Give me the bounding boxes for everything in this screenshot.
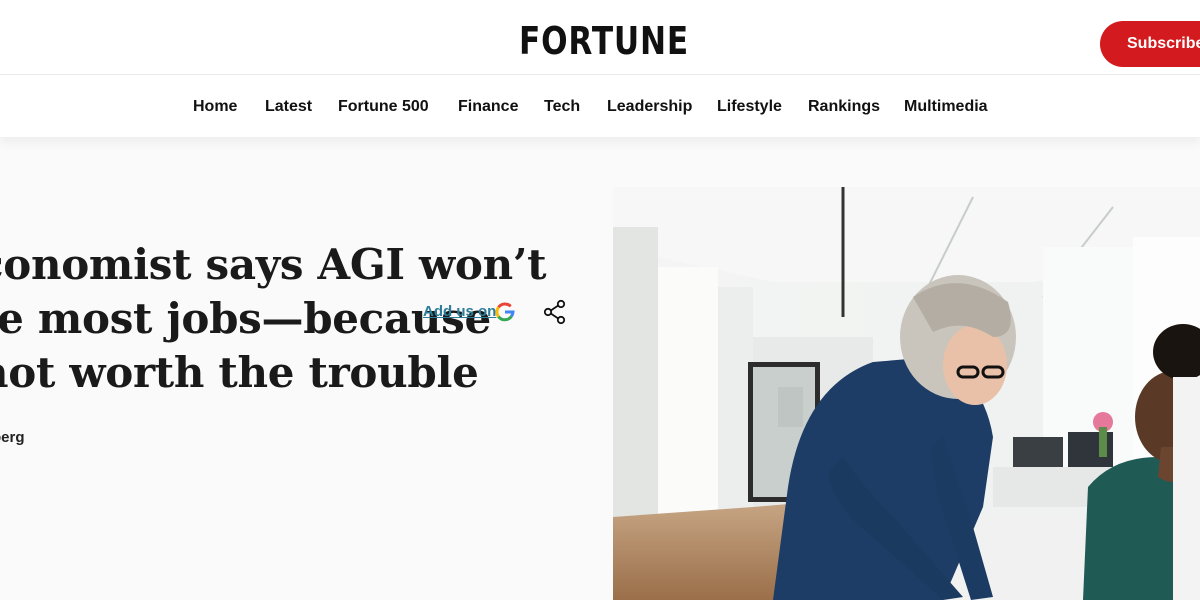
fortune-logo[interactable]: FORTUNE xyxy=(519,22,689,60)
nav-item-tech[interactable]: Tech xyxy=(544,98,580,116)
nav-item-fortune-500[interactable]: Fortune 500 xyxy=(338,98,429,116)
nav-item-leadership[interactable]: Leadership xyxy=(607,98,692,116)
headline-line: not worth the trouble xyxy=(0,348,479,397)
site-header: FORTUNE Subscribe Home Latest Fortune 50… xyxy=(0,0,1200,137)
logo-row: FORTUNE Subscribe xyxy=(0,0,1200,75)
main-nav: Home Latest Fortune 500 Finance Tech Lea… xyxy=(0,76,1200,136)
nav-item-latest[interactable]: Latest xyxy=(265,98,312,116)
nav-item-finance[interactable]: Finance xyxy=(458,98,518,116)
nav-item-home[interactable]: Home xyxy=(193,98,237,116)
google-icon[interactable] xyxy=(495,302,515,322)
subscribe-button[interactable]: Subscribe xyxy=(1100,21,1200,67)
author-byline[interactable]: berg xyxy=(0,429,25,446)
add-us-on-google-link[interactable]: Add us on xyxy=(423,303,496,320)
nav-item-lifestyle[interactable]: Lifestyle xyxy=(717,98,782,116)
headline-line: conomist says AGI won’t xyxy=(0,240,547,289)
article-hero-photo xyxy=(613,187,1200,600)
share-icon[interactable] xyxy=(542,299,568,325)
nav-item-multimedia[interactable]: Multimedia xyxy=(904,98,988,116)
nav-item-rankings[interactable]: Rankings xyxy=(808,98,880,116)
